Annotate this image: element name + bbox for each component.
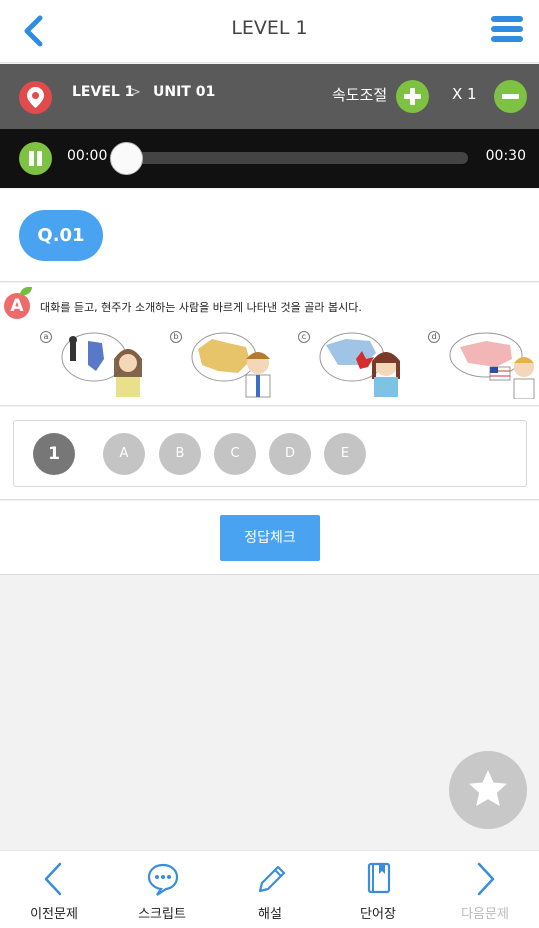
favorite-button[interactable] [449,751,527,829]
answer-choice-a[interactable]: A [103,433,145,475]
audio-player: 00:00 00:30 [0,129,539,188]
question-prompt: 대화를 듣고, 현주가 소개하는 사람을 바르게 나타낸 것을 골라 봅시다. [40,301,362,314]
pencil-icon [258,865,286,893]
current-time: 00:00 [67,148,108,164]
answer-choice-e[interactable]: E [324,433,366,475]
location-pin-icon [19,81,52,114]
speed-value: X 1 [452,85,477,103]
option-label: a [40,331,52,343]
answer-choice-c[interactable]: C [214,433,256,475]
script-button[interactable]: 스크립트 [108,851,216,928]
question-header: Q.01 [0,189,539,282]
nav-label-explain: 해설 [258,907,282,922]
chat-bubble-icon [147,863,179,896]
nav-label-vocab: 단어장 [360,907,396,922]
breadcrumb-unit[interactable]: UNIT 01 [153,84,215,100]
option-d-image: d [428,329,538,399]
pause-button[interactable] [19,142,52,175]
leaf-icon [20,287,32,295]
speed-label: 속도조절 [332,86,388,104]
breadcrumb-separator-icon: > [130,85,141,100]
top-header: LEVEL 1 [0,0,539,63]
speed-decrease-button[interactable] [494,80,527,113]
nav-label-script: 스크립트 [138,907,186,922]
star-icon [469,770,507,806]
progress-track[interactable] [127,152,468,164]
prev-question-button[interactable]: 이전문제 [0,851,108,928]
total-time: 00:30 [485,148,526,164]
check-area: 정답체크 [0,501,539,575]
answer-choice-b[interactable]: B [159,433,201,475]
answer-number-badge: 1 [33,433,75,475]
option-label: b [170,331,182,343]
explanation-button[interactable]: 해설 [216,851,324,928]
answer-area: 1 A B C D E [0,407,539,500]
answer-choice-d[interactable]: D [269,433,311,475]
progress-thumb[interactable] [110,142,143,175]
chevron-right-icon [477,862,495,896]
option-b-image: b [170,329,280,399]
nav-label-prev: 이전문제 [30,907,78,922]
question-content: A 대화를 듣고, 현주가 소개하는 사람을 바르게 나타낸 것을 골라 봅시다… [0,283,539,406]
option-c-image: c [298,329,408,399]
book-icon [367,862,391,894]
chevron-left-icon [44,862,62,896]
question-number-badge: Q.01 [19,210,103,261]
option-a-image: a [40,329,150,399]
answer-box: 1 A B C D E [13,420,527,487]
nav-label-next: 다음문제 [461,907,509,922]
option-label: c [298,331,310,343]
option-label: d [428,331,440,343]
page-title: LEVEL 1 [231,17,308,39]
next-question-button[interactable]: 다음문제 [431,851,539,928]
check-answer-button[interactable]: 정답체크 [220,515,320,561]
bottom-nav: 이전문제 스크립트 해설 단어장 다음문제 [0,850,539,928]
breadcrumb-level[interactable]: LEVEL 1 [72,84,134,100]
vocabulary-button[interactable]: 단어장 [324,851,432,928]
speed-increase-button[interactable] [396,80,429,113]
unit-bar: LEVEL 1 > UNIT 01 속도조절 X 1 [0,64,539,129]
question-marker-icon: A [4,293,30,319]
menu-icon[interactable] [491,16,523,46]
